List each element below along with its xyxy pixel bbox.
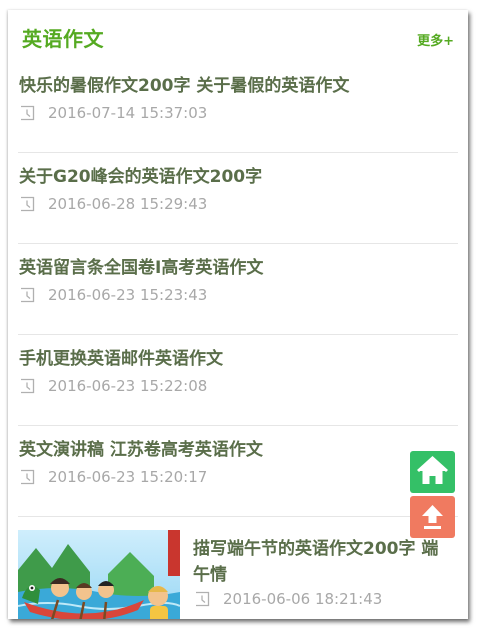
section-title: 英语作文 [22,27,104,51]
article-time: 2016-06-23 15:20:17 [48,468,208,486]
article-time: 2016-07-14 15:37:03 [48,104,208,122]
article-title[interactable]: 描写端午节的英语作文200字 端午情 [193,536,453,588]
more-link[interactable]: 更多+ [417,30,454,49]
page-frame: 英语作文 更多+ 快乐的暑假作文200字 关于暑假的英语作文 2016-07-1… [8,10,468,619]
article-item[interactable]: 手机更换英语邮件英语作文 2016-06-23 15:22:08 [18,335,458,426]
dragon-boat-illustration [18,530,180,619]
article-item[interactable]: 英文演讲稿 江苏卷高考英语作文 2016-06-23 15:20:17 [18,426,458,517]
clock-icon [21,105,35,121]
home-button[interactable] [410,451,455,493]
clock-icon [21,196,35,212]
clock-icon [21,287,35,303]
clock-icon [21,469,35,485]
article-thumbnail[interactable] [18,530,180,619]
article-title[interactable]: 快乐的暑假作文200字 关于暑假的英语作文 [19,71,459,96]
clock-icon [196,591,210,607]
section-header: 英语作文 更多+ [8,10,468,62]
article-list: 快乐的暑假作文200字 关于暑假的英语作文 2016-07-14 15:37:0… [8,62,468,619]
article-time: 2016-06-23 15:23:43 [48,286,208,304]
article-title[interactable]: 手机更换英语邮件英语作文 [19,344,459,369]
article-item[interactable]: 关于G20峰会的英语作文200字 2016-06-28 15:29:43 [18,153,458,244]
article-time: 2016-06-06 18:21:43 [223,590,383,608]
clock-icon [21,378,35,394]
article-title[interactable]: 英文演讲稿 江苏卷高考英语作文 [19,435,459,460]
article-time: 2016-06-23 15:22:08 [48,377,208,395]
back-to-top-button[interactable] [410,496,455,538]
article-item[interactable]: 快乐的暑假作文200字 关于暑假的英语作文 2016-07-14 15:37:0… [18,62,458,153]
back-to-top-icon [422,505,443,529]
article-title[interactable]: 关于G20峰会的英语作文200字 [19,162,459,187]
featured-article-item[interactable]: 描写端午节的英语作文200字 端午情 2016-06-06 18:21:43 [18,517,458,619]
home-icon [417,456,448,484]
article-title[interactable]: 英语留言条全国卷I高考英语作文 [19,253,459,278]
article-time: 2016-06-28 15:29:43 [48,195,208,213]
article-item[interactable]: 英语留言条全国卷I高考英语作文 2016-06-23 15:23:43 [18,244,458,335]
